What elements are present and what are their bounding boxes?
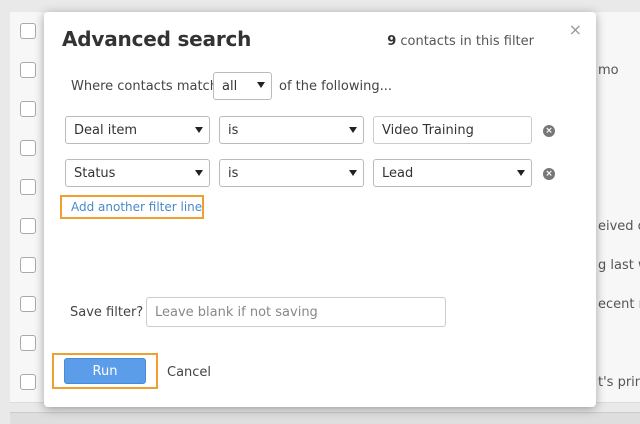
cancel-button[interactable]: Cancel bbox=[167, 365, 211, 380]
chevron-down-icon bbox=[349, 127, 357, 133]
match-suffix-label: of the following... bbox=[279, 79, 392, 94]
row-text: g last w bbox=[598, 258, 640, 273]
filter-operator-value: is bbox=[228, 166, 239, 181]
row-checkbox[interactable] bbox=[20, 257, 36, 273]
remove-filter-icon[interactable]: × bbox=[543, 125, 555, 137]
match-mode-select[interactable]: all bbox=[213, 72, 272, 100]
filter-value-text: Lead bbox=[382, 166, 414, 181]
chevron-down-icon bbox=[195, 170, 203, 176]
save-filter-placeholder: Leave blank if not saving bbox=[155, 305, 318, 320]
chevron-down-icon bbox=[349, 170, 357, 176]
row-text: eived ou bbox=[598, 219, 640, 234]
run-button[interactable]: Run bbox=[64, 358, 146, 384]
row-text: mo bbox=[598, 63, 619, 78]
chevron-down-icon bbox=[195, 127, 203, 133]
save-filter-label: Save filter? bbox=[70, 305, 144, 320]
row-checkbox[interactable] bbox=[20, 23, 36, 39]
row-text: t's prin bbox=[598, 375, 640, 390]
dialog-title: Advanced search bbox=[62, 27, 252, 51]
filter-operator-value: is bbox=[228, 123, 239, 138]
filter-field-select[interactable]: Status bbox=[65, 159, 210, 187]
filter-value-text: Video Training bbox=[382, 123, 474, 138]
row-text: ecent m bbox=[598, 297, 640, 312]
contact-count-suffix: contacts in this filter bbox=[396, 34, 534, 49]
match-mode-value: all bbox=[222, 79, 238, 94]
close-icon[interactable]: × bbox=[569, 22, 582, 38]
row-checkbox[interactable] bbox=[20, 179, 36, 195]
contact-count-number: 9 bbox=[387, 34, 397, 49]
filter-field-value: Deal item bbox=[74, 123, 138, 138]
row-checkbox[interactable] bbox=[20, 296, 36, 312]
row-checkbox[interactable] bbox=[20, 335, 36, 351]
filter-value-input[interactable]: Video Training bbox=[373, 116, 532, 144]
filter-operator-select[interactable]: is bbox=[219, 159, 364, 187]
contact-count: 9 contacts in this filter bbox=[387, 34, 534, 49]
run-button-highlight: Run bbox=[52, 353, 158, 389]
save-filter-input[interactable]: Leave blank if not saving bbox=[146, 297, 446, 327]
filter-operator-select[interactable]: is bbox=[219, 116, 364, 144]
remove-filter-icon[interactable]: × bbox=[543, 168, 555, 180]
add-filter-line-link[interactable]: Add another filter line bbox=[60, 195, 204, 219]
filter-value-select[interactable]: Lead bbox=[373, 159, 532, 187]
row-checkbox[interactable] bbox=[20, 62, 36, 78]
list-footer bbox=[10, 412, 640, 424]
row-checkbox[interactable] bbox=[20, 101, 36, 117]
chevron-down-icon bbox=[517, 170, 525, 176]
row-checkbox[interactable] bbox=[20, 374, 36, 390]
filter-field-value: Status bbox=[74, 166, 116, 181]
filter-field-select[interactable]: Deal item bbox=[65, 116, 210, 144]
row-checkbox[interactable] bbox=[20, 218, 36, 234]
match-prefix-label: Where contacts match bbox=[71, 79, 218, 94]
advanced-search-dialog: Advanced search 9 contacts in this filte… bbox=[44, 12, 596, 407]
chevron-down-icon bbox=[257, 82, 265, 88]
row-checkbox[interactable] bbox=[20, 140, 36, 156]
